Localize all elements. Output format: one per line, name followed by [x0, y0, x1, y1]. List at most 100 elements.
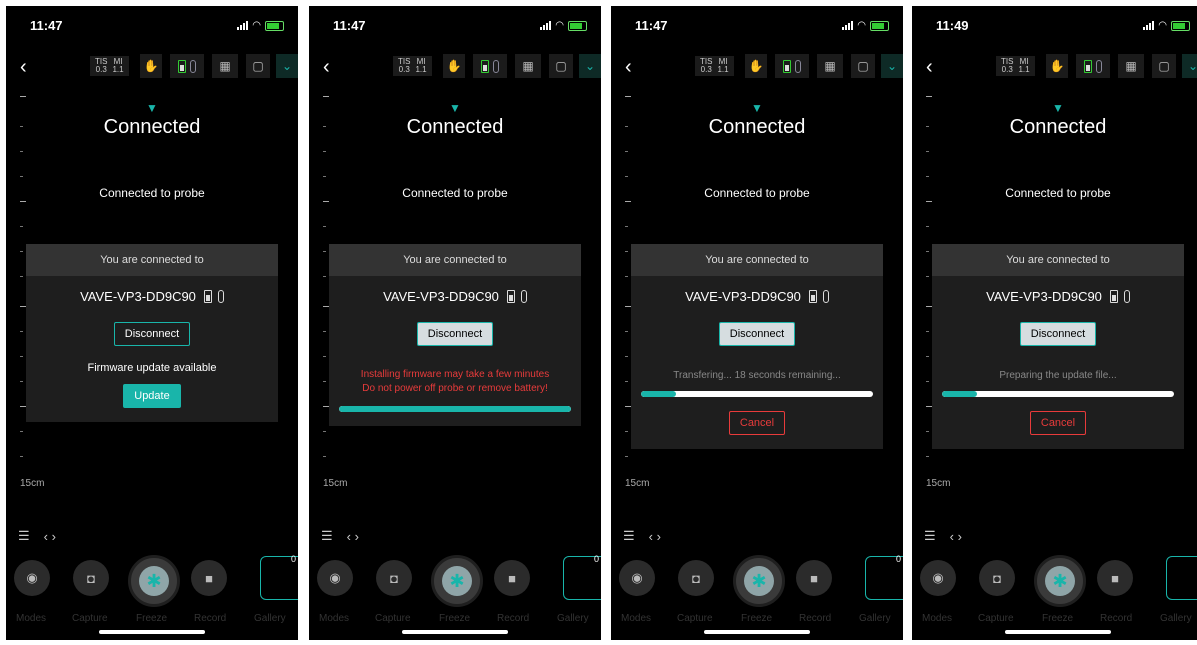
qr-code-icon[interactable]: ▦ — [212, 54, 238, 78]
mi-value: 1.1 — [112, 65, 124, 74]
bottom-bar: ◉ ◘ ✱ ■ 0 Modes Capture Freeze Record Ga… — [309, 550, 601, 624]
cancel-button[interactable]: Cancel — [1029, 411, 1087, 435]
phone-screen-4: 11:49 ◠ ‹ TIS 0.3 MI 1.1 ✋ ▦ ▢ ⌄ 15cm ▼ Co… — [912, 6, 1197, 640]
system-icons: ◠ — [237, 20, 284, 31]
thermometer-icon — [1123, 289, 1130, 303]
probe-row: VAVE-VP3-DD9C90 — [932, 276, 1184, 316]
patient-icon[interactable]: ▢ — [851, 54, 875, 78]
chevron-down-icon[interactable]: ⌄ — [881, 54, 903, 78]
freeze-button[interactable]: ✱ — [431, 555, 483, 607]
tis-value: 0.3 — [700, 65, 712, 74]
sliders-icon[interactable]: ☰ — [924, 528, 936, 544]
depth-label: 15cm — [323, 478, 348, 489]
probe-status-icon[interactable] — [473, 54, 507, 78]
freeze-button[interactable]: ✱ — [128, 555, 180, 607]
disconnect-button[interactable]: Disconnect — [1019, 322, 1097, 346]
probe-status-icon[interactable] — [775, 54, 809, 78]
status-bar: 11:47 ◠ — [6, 6, 298, 46]
hand-icon[interactable]: ✋ — [1046, 54, 1068, 78]
connected-title: Connected — [708, 116, 806, 138]
qr-code-icon[interactable]: ▦ — [817, 54, 843, 78]
update-button[interactable]: Update — [123, 384, 181, 408]
cellular-signal-icon — [842, 21, 854, 30]
record-button[interactable]: ■ — [796, 560, 832, 596]
modes-label: Modes — [16, 613, 47, 624]
capture-button[interactable]: ◘ — [678, 560, 714, 596]
connection-card: You are connected to VAVE-VP3-DD9C90 Dis… — [631, 244, 883, 449]
capture-label: Capture — [677, 613, 713, 624]
navigate-arrows-icon[interactable]: ‹ › — [347, 529, 359, 544]
patient-icon[interactable]: ▢ — [246, 54, 270, 78]
navigate-arrows-icon[interactable]: ‹ › — [649, 529, 661, 544]
connection-card: You are connected to VAVE-VP3-DD9C90 Dis… — [329, 244, 581, 426]
tis-mi-readout: TIS 0.3 MI 1.1 — [393, 56, 432, 76]
controls-row: ☰ ‹ › — [623, 528, 661, 544]
mi-value: 1.1 — [717, 65, 729, 74]
status-time: 11:49 — [936, 18, 969, 33]
wifi-connected-icon: ▼ — [146, 101, 158, 115]
hand-icon[interactable]: ✋ — [140, 54, 162, 78]
modes-button[interactable]: ◉ — [619, 560, 655, 596]
chevron-down-icon[interactable]: ⌄ — [1182, 54, 1197, 78]
thermometer-icon — [520, 289, 527, 303]
battery-charging-icon — [265, 20, 284, 31]
chevron-down-icon[interactable]: ⌄ — [579, 54, 601, 78]
disconnect-button[interactable]: Disconnect — [718, 322, 796, 346]
navigate-arrows-icon[interactable]: ‹ › — [950, 529, 962, 544]
back-icon[interactable]: ‹ — [625, 56, 632, 79]
freeze-button[interactable]: ✱ — [1034, 555, 1086, 607]
navigate-arrows-icon[interactable]: ‹ › — [44, 529, 56, 544]
record-button[interactable]: ■ — [494, 560, 530, 596]
capture-button[interactable]: ◘ — [979, 560, 1015, 596]
cancel-button[interactable]: Cancel — [728, 411, 786, 435]
home-indicator — [402, 630, 508, 634]
disconnect-button[interactable]: Disconnect — [416, 322, 494, 346]
freeze-button[interactable]: ✱ — [733, 555, 785, 607]
freeze-label: Freeze — [439, 613, 471, 624]
modes-button[interactable]: ◉ — [14, 560, 50, 596]
gallery-button[interactable] — [1166, 556, 1197, 600]
freeze-label: Freeze — [136, 613, 168, 624]
tis-mi-readout: TIS 0.3 MI 1.1 — [996, 56, 1035, 76]
card-header: You are connected to — [26, 244, 278, 276]
qr-code-icon[interactable]: ▦ — [1118, 54, 1144, 78]
chevron-down-icon[interactable]: ⌄ — [276, 54, 298, 78]
hand-icon[interactable]: ✋ — [745, 54, 767, 78]
patient-icon[interactable]: ▢ — [1152, 54, 1176, 78]
gallery-count: 0 — [593, 554, 599, 564]
capture-button[interactable]: ◘ — [73, 560, 109, 596]
back-icon[interactable]: ‹ — [323, 56, 330, 79]
record-button[interactable]: ■ — [1097, 560, 1133, 596]
system-icons: ◠ — [842, 20, 889, 31]
modes-button[interactable]: ◉ — [317, 560, 353, 596]
cellular-signal-icon — [1143, 21, 1155, 30]
back-icon[interactable]: ‹ — [20, 56, 27, 79]
sliders-icon[interactable]: ☰ — [18, 528, 30, 544]
probe-row: VAVE-VP3-DD9C90 — [26, 276, 278, 316]
progress-fill — [641, 391, 676, 397]
firmware-update-text: Firmware update available — [87, 362, 217, 374]
modes-button[interactable]: ◉ — [920, 560, 956, 596]
back-icon[interactable]: ‹ — [926, 56, 933, 79]
patient-icon[interactable]: ▢ — [549, 54, 573, 78]
qr-code-icon[interactable]: ▦ — [515, 54, 541, 78]
sliders-icon[interactable]: ☰ — [623, 528, 635, 544]
probe-status-icon[interactable] — [170, 54, 204, 78]
warning-line-1: Installing firmware may take a few minut… — [360, 369, 550, 380]
connected-to-probe-text: Connected to probe — [704, 186, 810, 200]
connected-title: Connected — [406, 116, 504, 138]
capture-button[interactable]: ◘ — [376, 560, 412, 596]
probe-status-icon[interactable] — [1076, 54, 1110, 78]
home-indicator — [704, 630, 810, 634]
progress-fill — [339, 406, 571, 412]
disconnect-button[interactable]: Disconnect — [113, 322, 191, 346]
gallery-count: 0 — [290, 554, 296, 564]
status-bar: 11:49 ◠ — [912, 6, 1197, 46]
connected-title: Connected — [1009, 116, 1107, 138]
wifi-icon: ◠ — [857, 20, 866, 31]
hand-icon[interactable]: ✋ — [443, 54, 465, 78]
record-button[interactable]: ■ — [191, 560, 227, 596]
sliders-icon[interactable]: ☰ — [321, 528, 333, 544]
connection-card: You are connected to VAVE-VP3-DD9C90 Dis… — [26, 244, 278, 422]
gallery-label: Gallery — [557, 613, 589, 624]
